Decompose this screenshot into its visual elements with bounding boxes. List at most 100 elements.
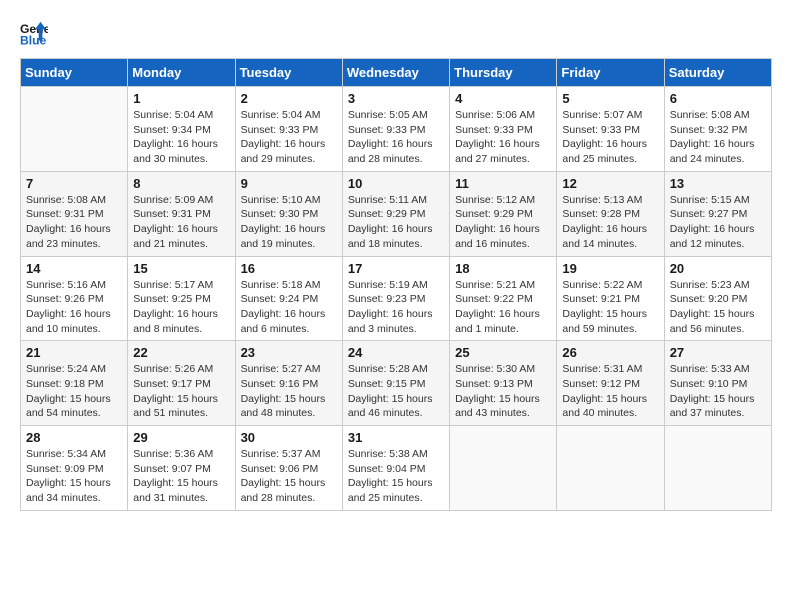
day-number: 18 (455, 261, 551, 276)
day-number: 9 (241, 176, 337, 191)
day-info: Sunrise: 5:15 AMSunset: 9:27 PMDaylight:… (670, 193, 766, 252)
calendar-cell: 25 Sunrise: 5:30 AMSunset: 9:13 PMDayligh… (450, 341, 557, 426)
weekday-header-row: SundayMondayTuesdayWednesdayThursdayFrid… (21, 59, 772, 87)
calendar-cell: 8 Sunrise: 5:09 AMSunset: 9:31 PMDaylight… (128, 171, 235, 256)
calendar-week-row: 14 Sunrise: 5:16 AMSunset: 9:26 PMDayligh… (21, 256, 772, 341)
calendar-cell (557, 426, 664, 511)
day-info: Sunrise: 5:36 AMSunset: 9:07 PMDaylight:… (133, 447, 229, 506)
calendar-table: SundayMondayTuesdayWednesdayThursdayFrid… (20, 58, 772, 511)
calendar-cell: 12 Sunrise: 5:13 AMSunset: 9:28 PMDayligh… (557, 171, 664, 256)
calendar-cell: 19 Sunrise: 5:22 AMSunset: 9:21 PMDayligh… (557, 256, 664, 341)
day-info: Sunrise: 5:38 AMSunset: 9:04 PMDaylight:… (348, 447, 444, 506)
day-number: 25 (455, 345, 551, 360)
calendar-cell (450, 426, 557, 511)
calendar-cell: 7 Sunrise: 5:08 AMSunset: 9:31 PMDaylight… (21, 171, 128, 256)
day-number: 24 (348, 345, 444, 360)
day-number: 20 (670, 261, 766, 276)
day-info: Sunrise: 5:21 AMSunset: 9:22 PMDaylight:… (455, 278, 551, 337)
calendar-week-row: 1 Sunrise: 5:04 AMSunset: 9:34 PMDaylight… (21, 87, 772, 172)
calendar-cell: 26 Sunrise: 5:31 AMSunset: 9:12 PMDayligh… (557, 341, 664, 426)
page-header: General Blue (20, 20, 772, 48)
day-info: Sunrise: 5:10 AMSunset: 9:30 PMDaylight:… (241, 193, 337, 252)
calendar-week-row: 7 Sunrise: 5:08 AMSunset: 9:31 PMDaylight… (21, 171, 772, 256)
day-number: 15 (133, 261, 229, 276)
day-info: Sunrise: 5:30 AMSunset: 9:13 PMDaylight:… (455, 362, 551, 421)
weekday-header-sunday: Sunday (21, 59, 128, 87)
calendar-cell: 9 Sunrise: 5:10 AMSunset: 9:30 PMDaylight… (235, 171, 342, 256)
day-number: 1 (133, 91, 229, 106)
day-info: Sunrise: 5:05 AMSunset: 9:33 PMDaylight:… (348, 108, 444, 167)
calendar-week-row: 28Sunrise: 5:34 AMSunset: 9:09 PMDayligh… (21, 426, 772, 511)
calendar-cell: 27Sunrise: 5:33 AMSunset: 9:10 PMDayligh… (664, 341, 771, 426)
day-number: 19 (562, 261, 658, 276)
day-number: 8 (133, 176, 229, 191)
weekday-header-monday: Monday (128, 59, 235, 87)
weekday-header-saturday: Saturday (664, 59, 771, 87)
day-number: 23 (241, 345, 337, 360)
calendar-cell: 24Sunrise: 5:28 AMSunset: 9:15 PMDayligh… (342, 341, 449, 426)
day-info: Sunrise: 5:19 AMSunset: 9:23 PMDaylight:… (348, 278, 444, 337)
calendar-cell: 31 Sunrise: 5:38 AMSunset: 9:04 PMDayligh… (342, 426, 449, 511)
day-number: 5 (562, 91, 658, 106)
day-info: Sunrise: 5:06 AMSunset: 9:33 PMDaylight:… (455, 108, 551, 167)
calendar-cell: 16 Sunrise: 5:18 AMSunset: 9:24 PMDayligh… (235, 256, 342, 341)
calendar-cell: 15Sunrise: 5:17 AMSunset: 9:25 PMDayligh… (128, 256, 235, 341)
day-info: Sunrise: 5:22 AMSunset: 9:21 PMDaylight:… (562, 278, 658, 337)
logo-icon: General Blue (20, 20, 48, 48)
day-info: Sunrise: 5:12 AMSunset: 9:29 PMDaylight:… (455, 193, 551, 252)
calendar-week-row: 21Sunrise: 5:24 AMSunset: 9:18 PMDayligh… (21, 341, 772, 426)
calendar-cell: 3 Sunrise: 5:05 AMSunset: 9:33 PMDaylight… (342, 87, 449, 172)
day-number: 14 (26, 261, 122, 276)
day-info: Sunrise: 5:04 AMSunset: 9:34 PMDaylight:… (133, 108, 229, 167)
day-info: Sunrise: 5:11 AMSunset: 9:29 PMDaylight:… (348, 193, 444, 252)
day-info: Sunrise: 5:08 AMSunset: 9:32 PMDaylight:… (670, 108, 766, 167)
day-info: Sunrise: 5:37 AMSunset: 9:06 PMDaylight:… (241, 447, 337, 506)
calendar-cell: 6Sunrise: 5:08 AMSunset: 9:32 PMDaylight… (664, 87, 771, 172)
day-number: 28 (26, 430, 122, 445)
weekday-header-tuesday: Tuesday (235, 59, 342, 87)
day-info: Sunrise: 5:08 AMSunset: 9:31 PMDaylight:… (26, 193, 122, 252)
day-info: Sunrise: 5:09 AMSunset: 9:31 PMDaylight:… (133, 193, 229, 252)
calendar-cell: 4 Sunrise: 5:06 AMSunset: 9:33 PMDaylight… (450, 87, 557, 172)
day-number: 29 (133, 430, 229, 445)
day-number: 22 (133, 345, 229, 360)
day-info: Sunrise: 5:31 AMSunset: 9:12 PMDaylight:… (562, 362, 658, 421)
day-number: 16 (241, 261, 337, 276)
calendar-cell: 1 Sunrise: 5:04 AMSunset: 9:34 PMDaylight… (128, 87, 235, 172)
day-number: 21 (26, 345, 122, 360)
calendar-cell: 5 Sunrise: 5:07 AMSunset: 9:33 PMDaylight… (557, 87, 664, 172)
weekday-header-wednesday: Wednesday (342, 59, 449, 87)
day-info: Sunrise: 5:18 AMSunset: 9:24 PMDaylight:… (241, 278, 337, 337)
calendar-cell: 30 Sunrise: 5:37 AMSunset: 9:06 PMDayligh… (235, 426, 342, 511)
day-info: Sunrise: 5:13 AMSunset: 9:28 PMDaylight:… (562, 193, 658, 252)
day-number: 12 (562, 176, 658, 191)
calendar-cell: 21Sunrise: 5:24 AMSunset: 9:18 PMDayligh… (21, 341, 128, 426)
calendar-cell: 22 Sunrise: 5:26 AMSunset: 9:17 PMDayligh… (128, 341, 235, 426)
weekday-header-friday: Friday (557, 59, 664, 87)
day-number: 2 (241, 91, 337, 106)
day-number: 11 (455, 176, 551, 191)
day-info: Sunrise: 5:07 AMSunset: 9:33 PMDaylight:… (562, 108, 658, 167)
svg-text:Blue: Blue (20, 33, 47, 47)
calendar-cell (21, 87, 128, 172)
day-number: 30 (241, 430, 337, 445)
calendar-cell: 11 Sunrise: 5:12 AMSunset: 9:29 PMDayligh… (450, 171, 557, 256)
calendar-cell: 29 Sunrise: 5:36 AMSunset: 9:07 PMDayligh… (128, 426, 235, 511)
day-number: 17 (348, 261, 444, 276)
day-number: 4 (455, 91, 551, 106)
day-number: 3 (348, 91, 444, 106)
calendar-cell: 23 Sunrise: 5:27 AMSunset: 9:16 PMDayligh… (235, 341, 342, 426)
day-number: 27 (670, 345, 766, 360)
calendar-cell: 28Sunrise: 5:34 AMSunset: 9:09 PMDayligh… (21, 426, 128, 511)
day-number: 26 (562, 345, 658, 360)
day-info: Sunrise: 5:27 AMSunset: 9:16 PMDaylight:… (241, 362, 337, 421)
calendar-cell: 20 Sunrise: 5:23 AMSunset: 9:20 PMDayligh… (664, 256, 771, 341)
day-info: Sunrise: 5:26 AMSunset: 9:17 PMDaylight:… (133, 362, 229, 421)
calendar-cell: 18 Sunrise: 5:21 AMSunset: 9:22 PMDayligh… (450, 256, 557, 341)
weekday-header-thursday: Thursday (450, 59, 557, 87)
day-number: 31 (348, 430, 444, 445)
day-info: Sunrise: 5:16 AMSunset: 9:26 PMDaylight:… (26, 278, 122, 337)
day-number: 7 (26, 176, 122, 191)
day-info: Sunrise: 5:23 AMSunset: 9:20 PMDaylight:… (670, 278, 766, 337)
day-number: 10 (348, 176, 444, 191)
